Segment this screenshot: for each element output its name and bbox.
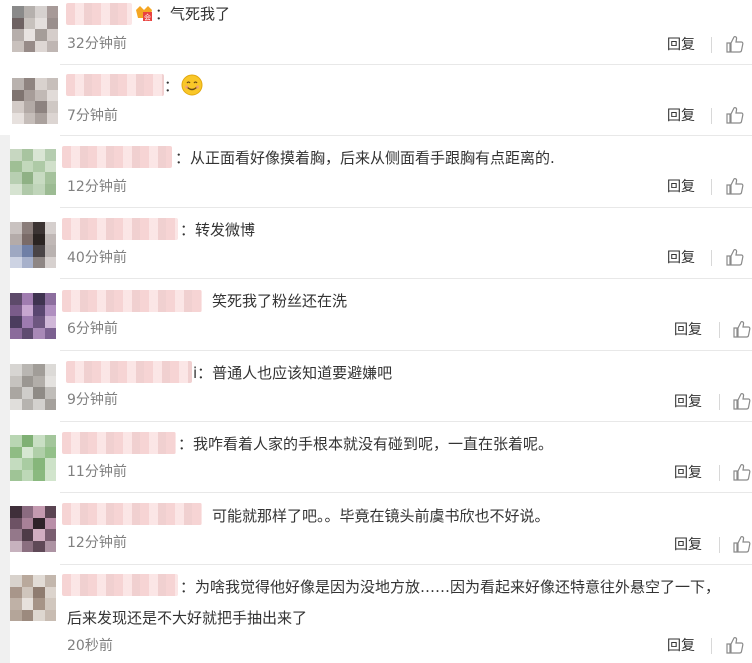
action-separator — [711, 638, 712, 654]
reply-button[interactable]: 回复 — [674, 536, 702, 554]
thumbs-up-icon[interactable] — [726, 177, 744, 195]
comment-text: ：从正面看好像摸着胸，后来从侧面看手跟胸有点距离的. — [175, 149, 555, 167]
comment-divider — [60, 135, 752, 136]
comment-divider — [60, 350, 752, 351]
avatar[interactable] — [10, 506, 56, 552]
comment-time: 12分钟前 — [67, 535, 127, 551]
thumbs-up-icon[interactable] — [733, 392, 751, 410]
comment-text: ： — [164, 77, 180, 95]
comment-text: ：我咋看着人家的手根本就没有碰到呢，一直在张着呢。 — [178, 435, 554, 453]
avatar[interactable] — [10, 149, 56, 195]
reply-button[interactable]: 回复 — [674, 321, 702, 339]
reply-button[interactable]: 回复 — [667, 637, 695, 655]
username-blurred[interactable] — [66, 74, 164, 96]
username-blurred[interactable] — [62, 432, 176, 454]
username-blurred[interactable] — [66, 3, 132, 25]
action-separator — [711, 250, 712, 266]
thumbs-up-icon[interactable] — [726, 248, 744, 266]
comment-text: 笑死我了粉丝还在洗 — [212, 292, 348, 310]
comment-divider — [60, 207, 752, 208]
thumbs-up-icon[interactable] — [733, 463, 751, 481]
avatar[interactable] — [10, 293, 56, 339]
action-separator — [711, 108, 712, 124]
avatar[interactable] — [12, 6, 58, 52]
action-separator — [711, 179, 712, 195]
comment-divider — [60, 492, 752, 493]
action-separator — [719, 465, 720, 481]
scroll-edge — [0, 135, 10, 663]
vip-badge-icon: 会 — [136, 6, 152, 22]
thumbs-up-icon[interactable] — [733, 535, 751, 553]
action-separator — [719, 322, 720, 338]
avatar[interactable] — [10, 435, 56, 481]
comment-text: ：为啥我觉得他好像是因为没地方放……因为看起来好像还特意往外悬空了一下， — [180, 578, 721, 596]
username-blurred[interactable] — [66, 361, 192, 383]
comment-divider — [60, 64, 752, 65]
thumbs-up-icon[interactable] — [733, 320, 751, 338]
username-blurred[interactable] — [62, 146, 172, 168]
avatar[interactable] — [12, 78, 58, 124]
reply-button[interactable]: 回复 — [674, 464, 702, 482]
comment-time: 20秒前 — [67, 638, 113, 654]
comment-divider — [60, 421, 752, 422]
thumbs-up-icon[interactable] — [726, 35, 744, 53]
comment-time: 6分钟前 — [67, 321, 118, 337]
username-blurred[interactable] — [62, 574, 178, 596]
svg-text:会: 会 — [144, 13, 151, 22]
comment-text-continued: 后来发现还是不大好就把手抽出来了 — [67, 609, 308, 627]
comment-divider — [60, 278, 752, 279]
comment-divider — [60, 564, 752, 565]
reply-button[interactable]: 回复 — [667, 249, 695, 267]
smile-emoji-icon — [181, 74, 203, 96]
username-blurred[interactable] — [62, 218, 178, 240]
comment-time: 9分钟前 — [67, 392, 118, 408]
reply-button[interactable]: 回复 — [674, 393, 702, 411]
comment-text: ：转发微博 — [180, 221, 256, 239]
action-separator — [711, 37, 712, 53]
thumbs-up-icon[interactable] — [726, 636, 744, 654]
reply-button[interactable]: 回复 — [667, 107, 695, 125]
comment-time: 11分钟前 — [67, 464, 127, 480]
comment-time: 32分钟前 — [67, 36, 127, 52]
comment-time: 12分钟前 — [67, 179, 127, 195]
thumbs-up-icon[interactable] — [726, 106, 744, 124]
avatar[interactable] — [10, 222, 56, 268]
username-blurred[interactable] — [62, 503, 202, 525]
comment-text: 可能就那样了吧。。毕竟在镜头前虞书欣也不好说。 — [212, 507, 550, 525]
action-separator — [719, 394, 720, 410]
username-blurred[interactable] — [62, 290, 202, 312]
reply-button[interactable]: 回复 — [667, 178, 695, 196]
comment-text: ：气死我了 — [155, 5, 231, 23]
comment-time: 40分钟前 — [67, 250, 127, 266]
avatar[interactable] — [10, 575, 56, 621]
comment-text: i：普通人也应该知道要避嫌吧 — [193, 364, 393, 382]
comment-time: 7分钟前 — [67, 108, 118, 124]
reply-button[interactable]: 回复 — [667, 36, 695, 54]
action-separator — [719, 537, 720, 553]
avatar[interactable] — [10, 364, 56, 410]
